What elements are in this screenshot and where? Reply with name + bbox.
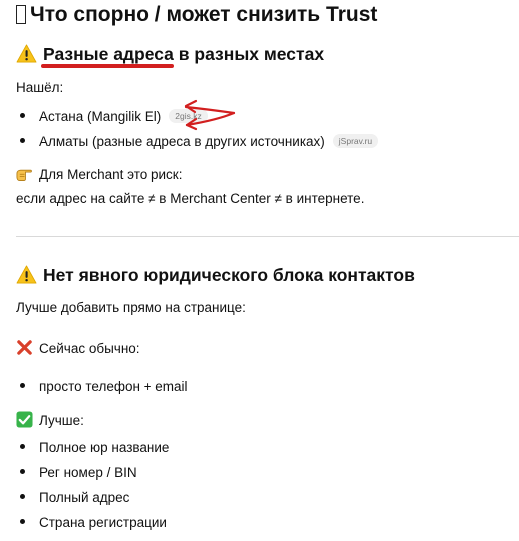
bullet (20, 469, 25, 474)
bullet (20, 494, 25, 499)
list-item: Страна регистрации (20, 514, 167, 532)
source-chip[interactable]: 2gis.kz (169, 109, 208, 123)
bullet (20, 383, 25, 388)
red-underline-annotation (41, 64, 174, 68)
list-item: Алматы (разные адреса в других источника… (20, 133, 379, 151)
now-label: Сейчас обычно: (16, 339, 140, 358)
page-title-text: Что спорно / может снизить Trust (30, 3, 378, 26)
list-item: Рег номер / BIN (20, 464, 137, 482)
bullet (20, 138, 25, 143)
bullet (20, 519, 25, 524)
page: Что спорно / может снизить Trust Разные … (0, 0, 519, 541)
divider (16, 236, 519, 237)
list-item: Полное юр название (20, 439, 169, 457)
section1-heading-rest: в разных местах (178, 44, 325, 64)
bullet (20, 113, 25, 118)
risk-text: если адрес на сайте ≠ в Merchant Center … (16, 191, 365, 206)
section1-heading: Разные адреса в разных местах (16, 43, 325, 68)
section1-intro: Нашёл: (16, 80, 64, 95)
section2-intro: Лучше добавить прямо на странице: (16, 300, 246, 315)
list-item: Астана (Mangilik El) 2gis.kz (20, 108, 208, 126)
risk-label: Для Merchant это риск: (16, 165, 182, 184)
cross-mark-icon (16, 339, 33, 356)
section1-heading-underlined: Разные адреса (41, 44, 174, 68)
better-label: Лучше: (16, 411, 84, 430)
warning-icon (16, 265, 37, 284)
pointing-hand-icon (16, 165, 33, 182)
list-item: Полный адрес (20, 489, 129, 507)
source-chip[interactable]: jSprav.ru (332, 134, 379, 148)
check-mark-icon (16, 411, 33, 428)
section2-heading: Нет явного юридического блока контактов (16, 264, 415, 286)
missing-glyph-icon (16, 5, 26, 24)
page-title: Что спорно / может снизить Trust (16, 2, 377, 28)
bullet (20, 444, 25, 449)
warning-icon (16, 44, 37, 63)
list-item: просто телефон + email (20, 378, 188, 396)
